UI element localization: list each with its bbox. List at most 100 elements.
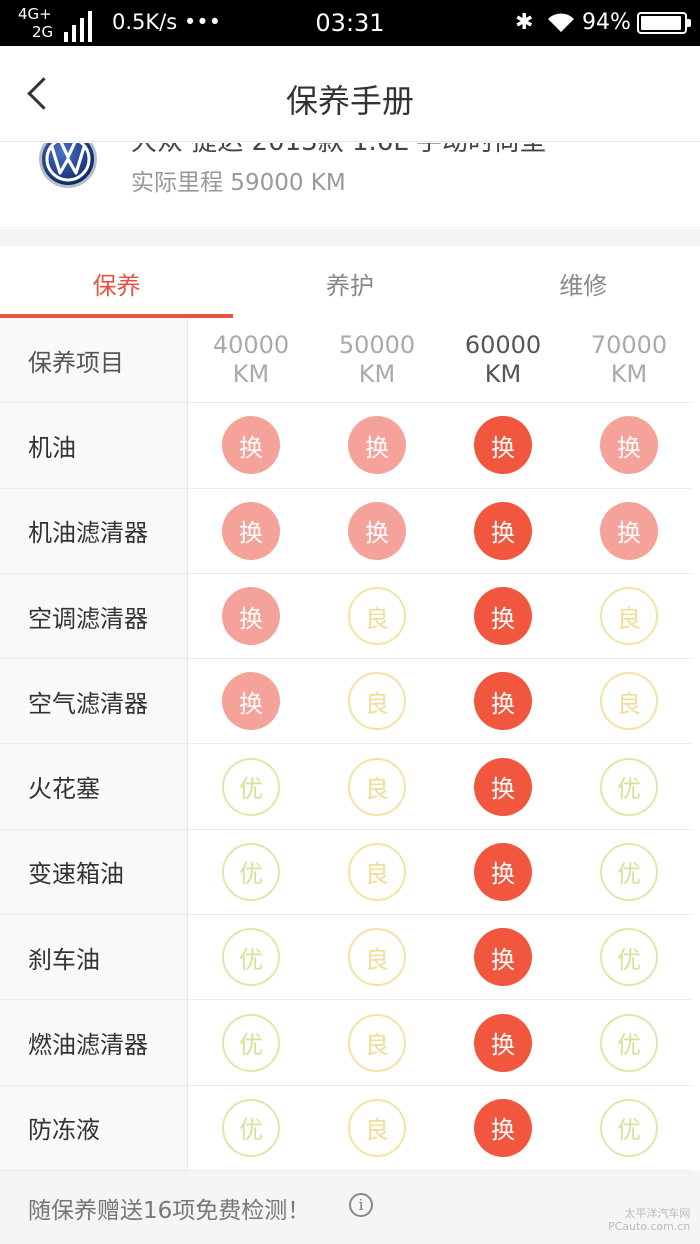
grid-cell: 换	[440, 1000, 566, 1086]
grid-cell: 优	[566, 915, 692, 1001]
grid-cell: 换	[440, 915, 566, 1001]
grid-cell: 良	[314, 1086, 440, 1171]
status-replace-badge[interactable]: 换	[474, 672, 532, 731]
grid-cell: 优	[566, 1086, 692, 1171]
status-excellent-badge[interactable]: 优	[222, 842, 280, 901]
status-excellent-badge[interactable]: 优	[222, 757, 280, 816]
status-replace-badge[interactable]: 换	[600, 416, 658, 475]
page-title: 保养手册	[285, 82, 414, 120]
maintenance-grid: 保养项目 机油 机油滤清器 空调滤清器 空气滤清器 火花塞 变速箱油 刹车油 燃…	[0, 318, 700, 1171]
watermark-line-1: 太平洋汽车网	[624, 1207, 691, 1220]
grid-cell: 优	[188, 1086, 314, 1171]
tab-maintenance[interactable]: 保养	[0, 246, 234, 318]
mileage-value: 40000	[212, 331, 290, 360]
mileage-unit: KM	[232, 360, 270, 389]
grid-cell: 良	[314, 574, 440, 660]
mileage-column-50000: 50000 KM 换换良良良良良良良	[314, 318, 440, 1171]
status-good-badge[interactable]: 良	[348, 842, 406, 901]
status-good-badge[interactable]: 良	[348, 757, 406, 816]
watermark: 太平洋汽车网 PCauto.com.cn	[608, 1207, 690, 1233]
grid-cell: 良	[314, 1000, 440, 1086]
status-replace-badge[interactable]: 换	[474, 842, 532, 901]
status-good-badge[interactable]: 良	[348, 1013, 406, 1072]
status-excellent-badge[interactable]: 优	[222, 1013, 280, 1072]
footer-bar: 随保养赠送16项免费检测！ i 太平洋汽车网 PCauto.com.cn	[0, 1171, 700, 1244]
grid-cell: 换	[440, 744, 566, 830]
grid-cell: 优	[188, 830, 314, 916]
status-replace-badge[interactable]: 换	[222, 672, 280, 731]
tab-repair[interactable]: 维修	[467, 246, 700, 318]
item-label: 机油	[0, 403, 187, 489]
status-replace-badge[interactable]: 换	[222, 587, 280, 646]
status-good-badge[interactable]: 良	[348, 672, 406, 731]
status-good-badge[interactable]: 良	[600, 672, 658, 731]
item-label: 火花塞	[0, 744, 187, 830]
mileage-unit: KM	[358, 360, 396, 389]
status-replace-badge[interactable]: 换	[474, 587, 532, 646]
status-excellent-badge[interactable]: 优	[600, 1098, 658, 1157]
grid-cell: 换	[188, 489, 314, 574]
status-good-badge[interactable]: 良	[348, 1098, 406, 1157]
status-good-badge[interactable]: 良	[348, 928, 406, 987]
mileage-value: 50000	[338, 331, 416, 360]
status-replace-badge[interactable]: 换	[474, 928, 532, 987]
status-bar: 4G+ 2G 0.5K/s ••• 03:31 ✱ 94%	[0, 0, 700, 46]
grid-cell: 优	[188, 915, 314, 1001]
mileage-unit: KM	[610, 360, 648, 389]
status-excellent-badge[interactable]: 优	[600, 1013, 658, 1072]
status-good-badge[interactable]: 良	[600, 587, 658, 646]
item-label: 空气滤清器	[0, 659, 187, 745]
grid-cell: 换	[314, 489, 440, 574]
grid-cell: 优	[566, 1000, 692, 1086]
car-model-name: 大众 捷达 2013款 1.6L 手动时尚型	[131, 143, 546, 158]
status-excellent-badge[interactable]: 优	[222, 1098, 280, 1157]
status-replace-badge[interactable]: 换	[348, 416, 406, 475]
grid-cell: 优	[188, 744, 314, 830]
free-check-text: 随保养赠送16项免费检测！	[28, 1198, 311, 1224]
car-mileage: 实际里程 59000 KM	[131, 170, 346, 196]
status-replace-badge[interactable]: 换	[474, 501, 532, 560]
wifi-icon	[548, 13, 574, 32]
status-replace-badge[interactable]: 换	[474, 757, 532, 816]
grid-cell: 换	[440, 489, 566, 574]
status-replace-badge[interactable]: 换	[348, 501, 406, 560]
nav-bar: 保养手册	[0, 46, 700, 142]
tab-bar: 保养 养护 维修	[0, 246, 700, 318]
grid-cell: 良	[314, 915, 440, 1001]
status-replace-badge[interactable]: 换	[222, 416, 280, 475]
grid-cell: 换	[188, 574, 314, 660]
volkswagen-logo-icon	[39, 143, 97, 188]
status-replace-badge[interactable]: 换	[474, 416, 532, 475]
grid-cell: 换	[440, 830, 566, 916]
status-excellent-badge[interactable]: 优	[600, 928, 658, 987]
grid-cell: 良	[566, 574, 692, 660]
status-replace-badge[interactable]: 换	[222, 501, 280, 560]
car-info: 大众 捷达 2013款 1.6L 手动时尚型 实际里程 59000 KM	[0, 143, 700, 228]
mileage-header: 50000 KM	[314, 318, 440, 404]
status-excellent-badge[interactable]: 优	[600, 842, 658, 901]
mileage-columns-scroll[interactable]: 30000KM换换良良换良良良良40000KM换换换换优优优优优50000KM换…	[188, 318, 700, 1171]
status-excellent-badge[interactable]: 优	[222, 928, 280, 987]
status-replace-badge[interactable]: 换	[600, 501, 658, 560]
grid-cell: 换	[566, 489, 692, 574]
section-divider	[0, 229, 700, 246]
item-label: 燃油滤清器	[0, 1000, 187, 1086]
grid-cell: 换	[440, 574, 566, 660]
info-icon[interactable]: i	[349, 1193, 373, 1217]
item-label: 变速箱油	[0, 830, 187, 916]
watermark-line-2: PCauto.com.cn	[608, 1220, 691, 1233]
item-label: 机油滤清器	[0, 489, 187, 574]
mileage-header: 60000 KM	[440, 318, 566, 404]
mileage-unit: KM	[484, 360, 522, 389]
mileage-value: 70000	[590, 331, 668, 360]
status-replace-badge[interactable]: 换	[474, 1098, 532, 1157]
status-good-badge[interactable]: 良	[348, 587, 406, 646]
grid-cell: 换	[566, 403, 692, 489]
mileage-column-60000: 60000 KM 换换换换换换换换换	[440, 318, 566, 1171]
grid-cell: 良	[314, 659, 440, 745]
grid-cell: 换	[188, 403, 314, 489]
item-label: 空调滤清器	[0, 574, 187, 660]
tab-care[interactable]: 养护	[233, 246, 466, 318]
status-excellent-badge[interactable]: 优	[600, 757, 658, 816]
status-replace-badge[interactable]: 换	[474, 1013, 532, 1072]
